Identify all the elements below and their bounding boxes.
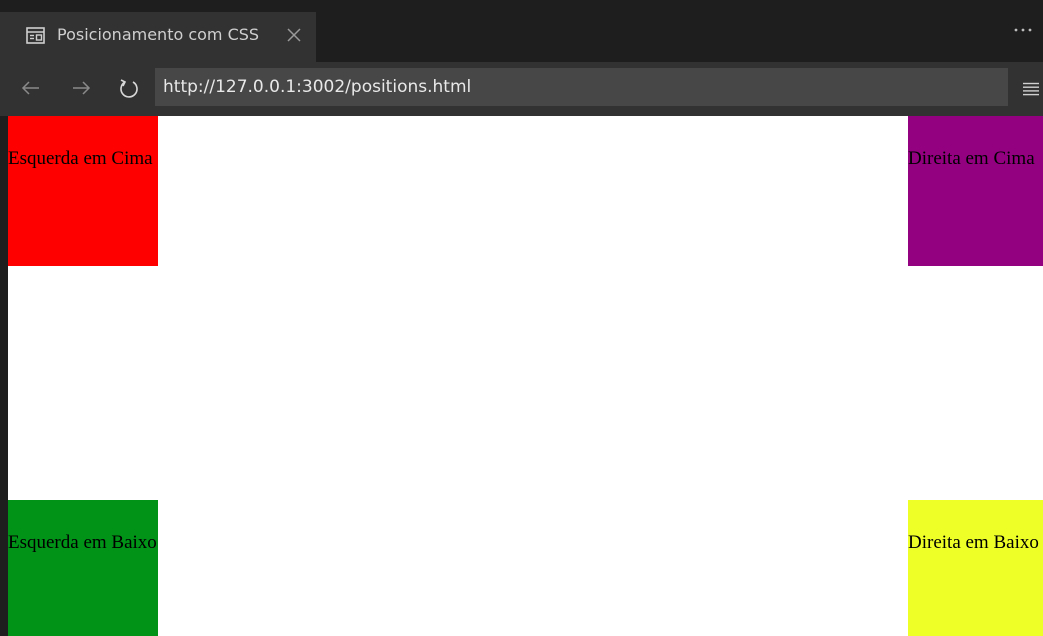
page-viewport: Esquerda em Cima Direita em Cima Esquerd… [0,116,1043,636]
box-top-left: Esquerda em Cima [8,116,158,266]
navigation-bar: http://127.0.0.1:3002/positions.html [0,62,1043,116]
tab-title: Posicionamento com CSS [57,25,260,44]
close-icon[interactable] [287,28,301,42]
box-top-right: Direita em Cima [908,116,1043,266]
reload-icon[interactable] [118,77,140,99]
hamburger-menu-icon[interactable] [1022,82,1040,96]
arrow-right-icon[interactable] [70,77,92,99]
url-text: http://127.0.0.1:3002/positions.html [163,77,472,97]
box-bottom-left: Esquerda em Baixo [8,500,158,636]
browser-window: Posicionamento com CSS http://127.0.0.1:… [0,0,1043,636]
tab-active[interactable]: Posicionamento com CSS [0,12,316,62]
address-bar[interactable]: http://127.0.0.1:3002/positions.html [155,68,1008,106]
reader-view-icon [26,27,45,44]
arrow-left-icon[interactable] [20,77,42,99]
box-bottom-right: Direita em Baixo [908,500,1043,636]
tab-bar: Posicionamento com CSS [0,0,1043,62]
more-options-icon[interactable] [1012,26,1034,34]
